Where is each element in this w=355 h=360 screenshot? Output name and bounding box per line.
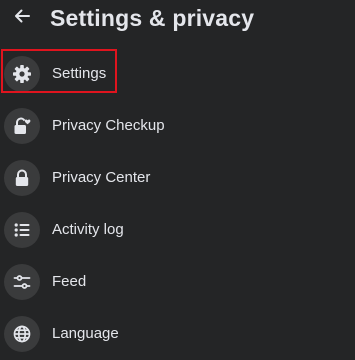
menu-item-activity-log[interactable]: Activity log bbox=[0, 204, 355, 256]
back-button[interactable] bbox=[6, 4, 38, 32]
menu-item-feed[interactable]: Feed bbox=[0, 256, 355, 308]
sliders-icon bbox=[4, 264, 40, 300]
menu-item-label: Settings bbox=[52, 65, 107, 82]
menu-item-label: Language bbox=[52, 325, 119, 342]
menu-item-label: Privacy Checkup bbox=[52, 117, 165, 134]
menu-item-privacy-center[interactable]: Privacy Center bbox=[0, 152, 355, 204]
header: Settings & privacy bbox=[0, 0, 355, 38]
menu-item-label: Feed bbox=[52, 273, 87, 290]
lock-icon bbox=[4, 160, 40, 196]
settings-privacy-panel: Settings & privacy Settings Privacy Chec… bbox=[0, 0, 355, 360]
gear-icon bbox=[4, 56, 40, 92]
settings-menu: Settings Privacy Checkup Privacy Center … bbox=[0, 48, 355, 360]
menu-item-label: Privacy Center bbox=[52, 169, 151, 186]
menu-item-privacy-checkup[interactable]: Privacy Checkup bbox=[0, 100, 355, 152]
arrow-left-icon bbox=[12, 6, 32, 31]
globe-icon bbox=[4, 316, 40, 352]
menu-item-language[interactable]: Language bbox=[0, 308, 355, 360]
menu-item-settings[interactable]: Settings bbox=[0, 48, 355, 100]
lock-heart-icon bbox=[4, 108, 40, 144]
page-title: Settings & privacy bbox=[50, 5, 255, 31]
menu-item-label: Activity log bbox=[52, 221, 124, 238]
list-icon bbox=[4, 212, 40, 248]
